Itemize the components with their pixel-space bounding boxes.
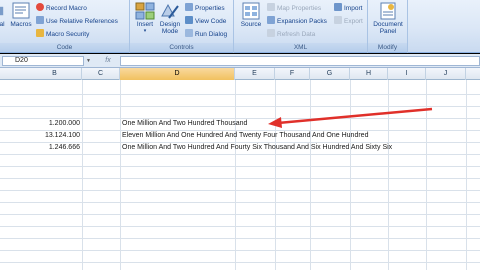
source-button[interactable]: Source [238,2,264,28]
formula-input[interactable] [120,56,480,66]
source-label: Source [240,21,262,28]
name-box-dropdown-icon[interactable]: ▼ [86,58,91,64]
run-dialog-label: Run Dialog [195,31,228,38]
macros-button[interactable]: Macros [9,2,33,28]
document-panel-icon [380,2,396,20]
map-properties-label: Map Properties [277,5,322,12]
export-button[interactable]: Export [334,16,363,26]
insert-label: Insert [136,21,154,28]
record-icon [36,3,44,11]
macro-security-label: Macro Security [46,31,90,38]
refresh-data-label: Refresh Data [277,31,316,38]
insert-function-icon[interactable]: fx [97,56,119,66]
warning-icon [36,29,44,37]
record-macro-label: Record Macro [46,5,87,12]
chevron-down-icon: ▾ [143,28,147,34]
design-mode-button[interactable]: Design Mode [157,2,183,35]
code-group: al Macros Record Macro Use Relative Refe… [0,0,130,53]
export-label: Export [344,18,363,25]
import-button[interactable]: Import [334,3,362,13]
document-panel-label: Document Panel [373,21,403,35]
annotation-arrow-icon [268,107,433,128]
expansion-packs-icon [267,16,275,24]
name-box[interactable]: D20 [2,56,84,66]
xml-group: Source Map Properties Expansion Packs Re… [234,0,368,53]
controls-group: Insert ▾ Design Mode Properties View Cod… [130,0,234,53]
expansion-packs-button[interactable]: Expansion Packs [267,16,327,26]
xml-source-icon [242,2,260,20]
refresh-icon [267,29,275,37]
controls-group-label: Controls [130,43,233,52]
view-code-button[interactable]: View Code [185,16,226,26]
code-group-label: Code [0,43,129,52]
formula-bar: D20 ▼ fx [0,54,480,68]
design-mode-icon [161,3,179,19]
excel-window: al Macros Record Macro Use Relative Refe… [0,0,480,270]
modify-group: Document Panel Modify [368,0,408,53]
ribbon: al Macros Record Macro Use Relative Refe… [0,0,480,53]
insert-control-button[interactable]: Insert ▾ [132,2,158,35]
properties-icon [185,3,193,11]
run-dialog-button[interactable]: Run Dialog [185,29,227,39]
import-label: Import [344,5,363,12]
xml-group-label: XML [234,43,367,52]
modify-group-label: Modify [368,43,407,52]
export-icon [334,16,342,24]
insert-controls-icon [135,2,155,20]
refresh-data-button[interactable]: Refresh Data [267,29,315,39]
visual-basic-label: al [0,21,5,28]
map-properties-button[interactable]: Map Properties [267,3,321,13]
view-code-icon [185,16,193,24]
properties-label: Properties [195,5,225,12]
relative-references-button[interactable]: Use Relative References [36,16,118,26]
view-code-label: View Code [195,18,227,25]
expansion-packs-label: Expansion Packs [277,18,327,25]
visual-basic-icon [0,6,4,16]
relative-references-icon [36,16,44,24]
map-properties-icon [267,3,275,11]
properties-button[interactable]: Properties [185,3,225,13]
record-macro-button[interactable]: Record Macro [36,3,87,13]
worksheet-grid[interactable]: B C D E F G H I J 1.200.000 One Million … [0,68,480,270]
macro-security-button[interactable]: Macro Security [36,29,89,39]
run-dialog-icon [185,29,193,37]
relative-references-label: Use Relative References [46,18,118,25]
macros-label: Macros [10,21,32,28]
design-mode-label: Design Mode [159,21,181,35]
document-panel-button[interactable]: Document Panel [371,2,405,35]
macros-icon [12,2,30,19]
import-icon [334,3,342,11]
